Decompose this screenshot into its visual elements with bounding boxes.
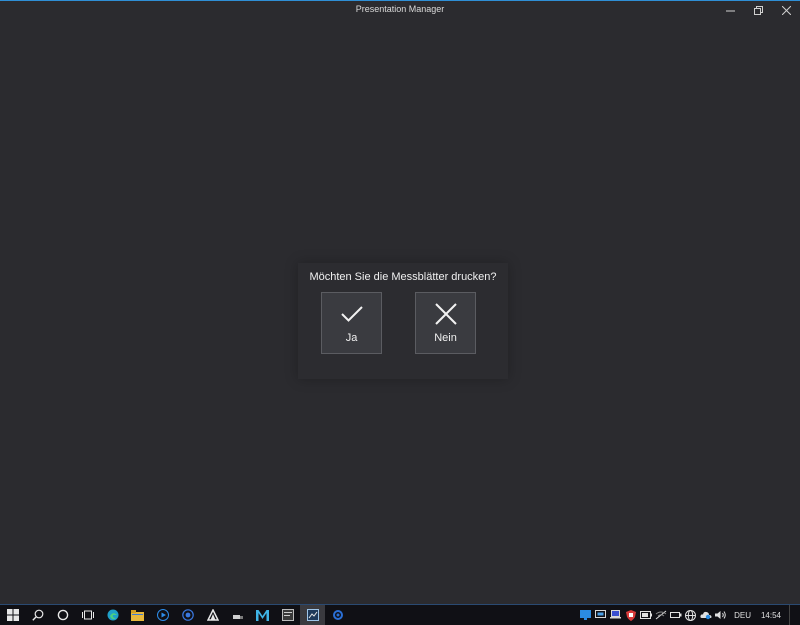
tray-remote-app[interactable] [593, 605, 608, 625]
taskbar-clock[interactable]: 14:54 [757, 611, 789, 620]
taskbar-doc-app[interactable] [275, 605, 300, 625]
window-controls [716, 1, 800, 20]
close-button[interactable] [772, 1, 800, 20]
m-logo-icon [256, 609, 269, 621]
presentation-manager-icon [306, 609, 319, 621]
shield-icon [625, 609, 636, 621]
volume-icon [714, 611, 726, 619]
tray-blue-monitor-icon [580, 610, 592, 620]
tray-volume[interactable] [713, 605, 728, 625]
cortana-button[interactable] [50, 605, 75, 625]
restore-button[interactable] [744, 1, 772, 20]
tray-laptop-icon [610, 610, 622, 619]
battery-icon [639, 611, 652, 619]
network-disconnected-icon [655, 610, 666, 620]
tray-display-app[interactable] [608, 605, 623, 625]
taskbar-triangle-app[interactable] [200, 605, 225, 625]
triangle-logo-icon [206, 609, 219, 621]
task-view-button[interactable] [75, 605, 100, 625]
taskbar-m-app[interactable] [250, 605, 275, 625]
search-icon [31, 609, 43, 621]
tray-battery[interactable] [638, 605, 653, 625]
taskbar-file-explorer[interactable] [125, 605, 150, 625]
search-button[interactable] [25, 605, 50, 625]
no-button[interactable]: Nein [415, 292, 476, 354]
taskbar-apps [0, 605, 350, 625]
document-app-icon [281, 609, 294, 621]
cortana-circle-icon [57, 609, 68, 621]
folder-icon [131, 609, 144, 621]
close-icon [781, 6, 791, 15]
minimize-icon [725, 10, 735, 12]
show-desktop-button[interactable] [789, 605, 800, 625]
small-window-icon [232, 615, 243, 619]
taskbar-edge[interactable] [100, 605, 125, 625]
media-play-icon [156, 609, 169, 621]
restore-icon [753, 6, 763, 15]
tray-cloud-sync[interactable] [698, 605, 713, 625]
record-circle-icon [181, 609, 194, 621]
taskbar-blue-app[interactable] [325, 605, 350, 625]
window-title: Presentation Manager [355, 4, 445, 14]
taskbar-presentation-manager[interactable] [300, 605, 325, 625]
tray-security-app[interactable] [623, 605, 638, 625]
tray-usb[interactable] [668, 605, 683, 625]
blue-gear-icon [332, 610, 343, 620]
dialog-question: Möchten Sie die Messblätter drucken? [309, 271, 497, 283]
taskbar-media-player[interactable] [150, 605, 175, 625]
yes-button[interactable]: Ja [321, 292, 382, 354]
close-x-icon [434, 302, 458, 326]
taskbar-small-app[interactable] [225, 605, 250, 625]
app-window: Presentation Manager Möchten Sie die Mes… [0, 0, 800, 604]
taskbar-record-app[interactable] [175, 605, 200, 625]
cloud-sync-icon [699, 611, 712, 620]
tray-remote-icon [595, 610, 607, 618]
edge-browser-icon [107, 609, 118, 621]
start-button[interactable] [0, 605, 25, 625]
system-tray: DEU 14:54 [578, 605, 800, 625]
title-bar[interactable]: Presentation Manager [0, 1, 800, 20]
windows-logo-icon [6, 609, 19, 621]
tray-network-app[interactable] [578, 605, 593, 625]
usb-drive-icon [669, 612, 682, 618]
yes-button-label: Ja [345, 332, 358, 344]
input-language[interactable]: DEU [728, 611, 757, 620]
tray-language-globe[interactable] [683, 605, 698, 625]
tray-network-disconnected[interactable] [653, 605, 668, 625]
taskbar: DEU 14:54 [0, 604, 800, 625]
print-confirm-dialog: Möchten Sie die Messblätter drucken? Ja … [298, 263, 508, 379]
minimize-button[interactable] [716, 1, 744, 20]
no-button-label: Nein [434, 332, 457, 344]
globe-icon [685, 609, 697, 621]
task-view-icon [81, 610, 94, 620]
checkmark-icon [340, 302, 364, 326]
